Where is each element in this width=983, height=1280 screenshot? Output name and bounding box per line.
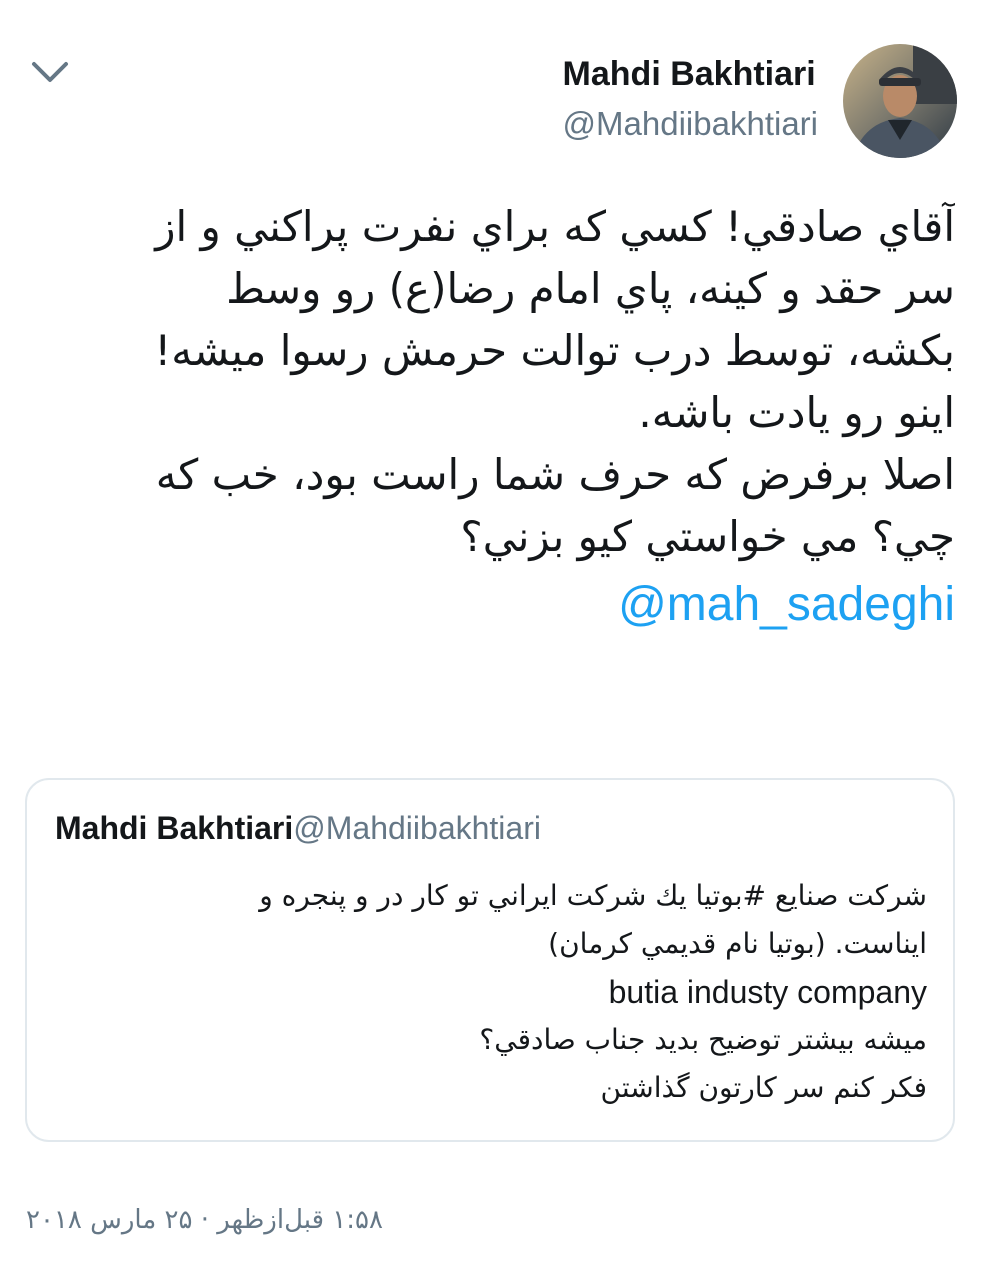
quoted-author-name: Mahdi Bakhtiari <box>55 810 294 846</box>
quoted-tweet-text: شركت صنايع #بوتيا يك شركت ايراني تو كار … <box>55 872 927 1112</box>
quoted-text-line: ايناست. (بوتيا نام قديمي كرمان) <box>548 927 927 960</box>
tweet-author[interactable]: Mahdi Bakhtiari @Mahdiibakhtiari <box>563 52 818 146</box>
quoted-text-line: butia industy company <box>608 974 927 1010</box>
tweet-text-line: سر حقد و كينه، پاي امام رضا(ع) رو وسط <box>226 264 955 313</box>
tweet-text-line: آقاي صادقي! كسي كه براي نفرت پراكني و از <box>155 202 955 251</box>
avatar[interactable] <box>843 44 957 158</box>
quoted-tweet-card[interactable]: Mahdi Bakhtiari@Mahdiibakhtiari شركت صنا… <box>25 778 955 1142</box>
tweet-text-line: اصلا برفرض كه حرف شما راست بود، خب كه <box>155 450 955 499</box>
quoted-text-line: ميشه بيشتر توضيح بديد جناب صادقي؟ <box>479 1023 927 1056</box>
quoted-author-handle: @Mahdiibakhtiari <box>293 810 541 846</box>
tweet-text-line: بكشه، توسط درب توالت حرمش رسوا ميشه! <box>154 326 955 375</box>
mention-link[interactable]: @mah_sadeghi <box>30 574 955 636</box>
tweet-menu-button[interactable] <box>30 58 70 88</box>
quoted-text-line: فكر كنم سر كارتون گذاشتن <box>600 1071 927 1104</box>
tweet-text: آقاي صادقي! كسي كه براي نفرت پراكني و از… <box>30 196 955 636</box>
author-handle[interactable]: @Mahdiibakhtiari <box>563 102 818 146</box>
chevron-down-icon <box>32 62 68 82</box>
author-name[interactable]: Mahdi Bakhtiari <box>563 52 818 96</box>
tweet-timestamp[interactable]: ۱:۵۸ قبل‌ازظهر · ۲۵ مارس ۲۰۱۸ <box>26 1198 446 1242</box>
quoted-text-line: شركت صنايع #بوتيا يك شركت ايراني تو كار … <box>259 879 927 912</box>
tweet-text-line: اينو رو يادت باشه. <box>638 388 955 437</box>
quoted-tweet-header: Mahdi Bakhtiari@Mahdiibakhtiari <box>55 808 541 848</box>
tweet-text-line: چي؟ مي خواستي كيو بزني؟ <box>460 512 955 561</box>
